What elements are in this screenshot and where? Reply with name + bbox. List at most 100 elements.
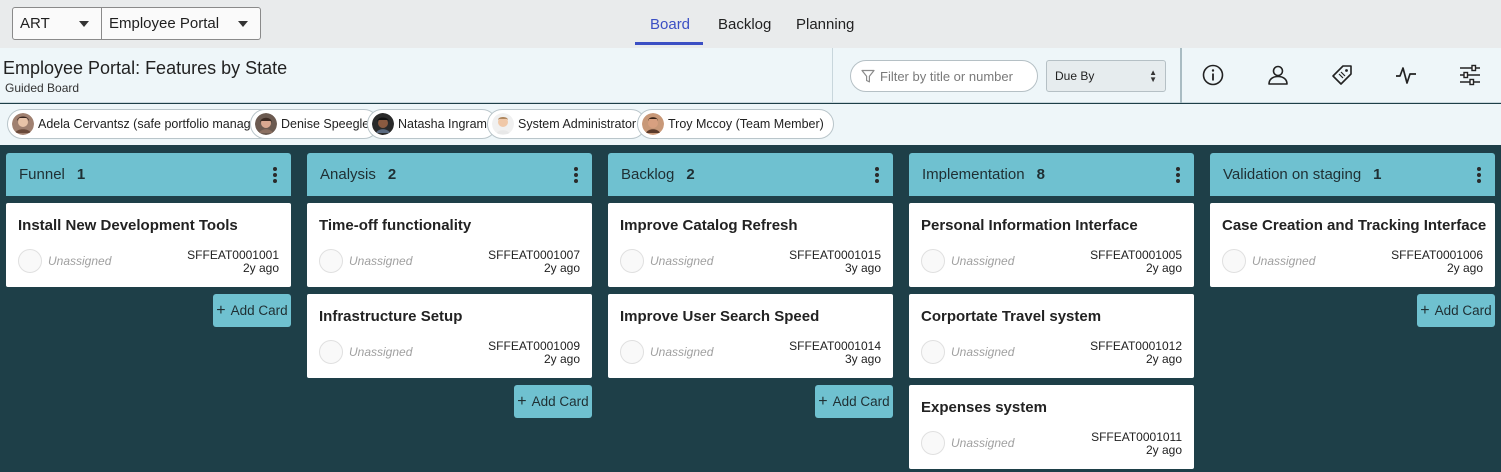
art-select-value: ART — [20, 15, 50, 32]
add-card-button[interactable]: + Add Card — [514, 385, 592, 418]
feature-card[interactable]: Time-off functionality Unassigned SFFEAT… — [307, 203, 592, 287]
user-chip[interactable]: Troy Mccoy (Team Member) — [637, 109, 834, 139]
user-filter-bar: Adela Cervantsz (safe portfolio manager)… — [0, 104, 1501, 145]
card-assignee: Unassigned — [951, 436, 1015, 450]
feature-card[interactable]: Install New Development Tools Unassigned… — [6, 203, 291, 287]
card-assignee: Unassigned — [650, 254, 714, 268]
tag-icon[interactable] — [1330, 63, 1354, 87]
activity-icon[interactable] — [1394, 63, 1418, 87]
card-age: 3y ago — [844, 352, 881, 366]
filter-box[interactable] — [850, 60, 1038, 92]
card-age: 2y ago — [242, 261, 279, 275]
column-count: 2 — [686, 166, 695, 183]
card-age: 2y ago — [1145, 352, 1182, 366]
avatar — [319, 340, 343, 364]
feature-card[interactable]: Expenses system Unassigned SFFEAT0001011… — [909, 385, 1194, 469]
chevron-down-icon — [238, 21, 248, 27]
card-assignee: Unassigned — [951, 254, 1015, 268]
card-title[interactable]: Time-off functionality — [319, 217, 471, 234]
portal-select-value: Employee Portal — [109, 15, 220, 32]
card-assignee: Unassigned — [349, 345, 413, 359]
add-card-label: Add Card — [230, 303, 288, 318]
column-header: Funnel 1 — [6, 153, 291, 196]
column-count: 8 — [1036, 166, 1045, 183]
column-name: Validation on staging — [1223, 166, 1362, 183]
avatar — [1222, 249, 1246, 273]
portal-select[interactable]: Employee Portal — [101, 7, 261, 40]
card-assignee: Unassigned — [650, 345, 714, 359]
board-column-validation-on-staging: Validation on staging 1 Case Creation an… — [1210, 153, 1495, 327]
plus-icon: + — [216, 301, 226, 319]
card-title[interactable]: Improve User Search Speed — [620, 308, 819, 325]
add-card-button[interactable]: + Add Card — [213, 294, 291, 327]
add-card-button[interactable]: + Add Card — [815, 385, 893, 418]
card-title[interactable]: Expenses system — [921, 399, 1047, 416]
card-number: SFFEAT0001001 — [187, 248, 279, 262]
card-title[interactable]: Case Creation and Tracking Interface — [1222, 217, 1486, 234]
feature-card[interactable]: Improve User Search Speed Unassigned SFF… — [608, 294, 893, 378]
board-column-funnel: Funnel 1 Install New Development Tools U… — [6, 153, 291, 327]
filter-input[interactable] — [880, 68, 1030, 84]
feature-card[interactable]: Improve Catalog Refresh Unassigned SFFEA… — [608, 203, 893, 287]
tab-planning[interactable]: Planning — [796, 16, 854, 33]
avatar — [18, 249, 42, 273]
column-name: Backlog — [621, 166, 675, 183]
card-title[interactable]: Install New Development Tools — [18, 217, 238, 234]
user-chip[interactable]: Natasha Ingram — [367, 109, 497, 139]
plus-icon: + — [517, 392, 527, 410]
sort-select-value: Due By — [1055, 69, 1095, 83]
card-age: 3y ago — [844, 261, 881, 275]
user-name: Natasha Ingram — [398, 117, 487, 131]
column-header: Implementation 8 — [909, 153, 1194, 196]
avatar — [921, 249, 945, 273]
sort-select[interactable]: Due By ▲ ▼ — [1046, 60, 1166, 92]
more-vertical-icon[interactable] — [273, 167, 277, 185]
column-name: Implementation — [922, 166, 1025, 183]
page-subtitle: Guided Board — [5, 81, 80, 95]
top-navigation-bar: ART Employee Portal Board Backlog Planni… — [0, 0, 1501, 48]
tab-board[interactable]: Board — [650, 16, 690, 33]
tab-backlog[interactable]: Backlog — [718, 16, 771, 33]
avatar — [642, 113, 664, 135]
card-number: SFFEAT0001011 — [1091, 430, 1182, 444]
feature-card[interactable]: Infrastructure Setup Unassigned SFFEAT00… — [307, 294, 592, 378]
avatar — [492, 113, 514, 135]
card-title[interactable]: Improve Catalog Refresh — [620, 217, 798, 234]
feature-card[interactable]: Corportate Travel system Unassigned SFFE… — [909, 294, 1194, 378]
art-select[interactable]: ART — [12, 7, 102, 40]
card-age: 2y ago — [1145, 261, 1182, 275]
card-number: SFFEAT0001009 — [488, 339, 580, 353]
column-count: 2 — [387, 166, 397, 183]
card-assignee: Unassigned — [1252, 254, 1316, 268]
board-header: Employee Portal: Features by State Guide… — [0, 48, 1501, 103]
column-name: Funnel — [19, 166, 65, 183]
user-chip[interactable]: System Administrator — [487, 109, 647, 139]
card-number: SFFEAT0001007 — [488, 248, 580, 262]
add-card-button[interactable]: + Add Card — [1417, 294, 1495, 327]
info-icon[interactable] — [1201, 63, 1225, 87]
user-name: Adela Cervantsz (safe portfolio manager) — [38, 117, 266, 131]
more-vertical-icon[interactable] — [875, 167, 879, 185]
more-vertical-icon[interactable] — [1477, 167, 1481, 185]
avatar — [12, 113, 34, 135]
card-title[interactable]: Infrastructure Setup — [319, 308, 462, 325]
column-header: Analysis 2 — [307, 153, 592, 196]
card-assignee: Unassigned — [349, 254, 413, 268]
chevron-down-icon — [79, 21, 89, 27]
feature-card[interactable]: Personal Information Interface Unassigne… — [909, 203, 1194, 287]
add-card-label: Add Card — [531, 394, 589, 409]
settings-sliders-icon[interactable] — [1458, 63, 1482, 87]
more-vertical-icon[interactable] — [1176, 167, 1180, 185]
column-count: 1 — [1373, 166, 1382, 183]
plus-icon: + — [818, 392, 828, 410]
card-title[interactable]: Corportate Travel system — [921, 308, 1101, 325]
user-icon[interactable] — [1266, 63, 1290, 87]
more-vertical-icon[interactable] — [574, 167, 578, 185]
card-age: 2y ago — [543, 261, 580, 275]
card-title[interactable]: Personal Information Interface — [921, 217, 1138, 234]
user-chip[interactable]: Adela Cervantsz (safe portfolio manager) — [7, 109, 276, 139]
card-number: SFFEAT0001006 — [1391, 248, 1483, 262]
feature-card[interactable]: Case Creation and Tracking Interface Una… — [1210, 203, 1495, 287]
plus-icon: + — [1420, 301, 1430, 319]
user-chip[interactable]: Denise Speegle — [250, 109, 380, 139]
